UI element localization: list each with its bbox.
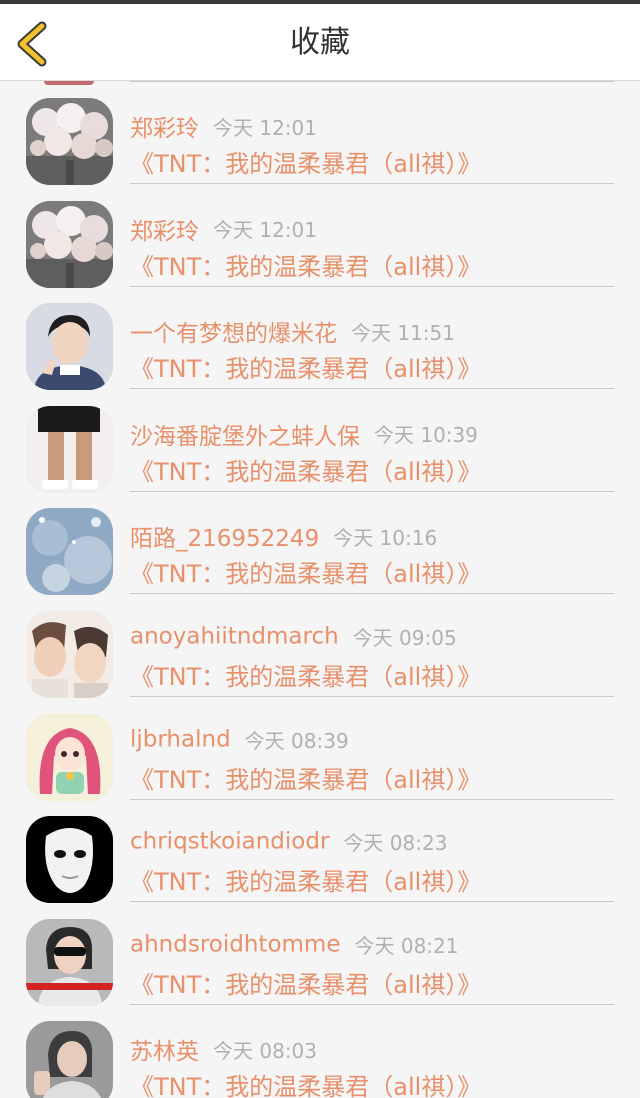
list-item[interactable]: anoyahiitndmarch 今天 09:05 《TNT：我的温柔暴君（all… [0, 594, 640, 698]
user-name[interactable]: 郑彩玲 [130, 219, 199, 245]
avatar[interactable] [26, 611, 113, 698]
list-item[interactable]: 沙海番腚堡外之蚌人保 今天 10:39 《TNT：我的温柔暴君（all祺）》 [0, 389, 640, 493]
timestamp: 今天 09:05 [352, 626, 457, 650]
user-name[interactable]: ahndsroidhtomme [130, 931, 340, 957]
user-name[interactable]: 陌路_216952249 [130, 526, 319, 552]
user-name[interactable]: ljbrhalnd [130, 726, 231, 752]
list-item[interactable]: ahndsroidhtomme 今天 08:21 《TNT：我的温柔暴君（all祺… [0, 902, 640, 1006]
avatar[interactable] [26, 918, 113, 1006]
list-item[interactable]: 郑彩玲 今天 12:01 《TNT：我的温柔暴君（all祺）》 [0, 81, 640, 185]
list-item[interactable]: 陌路_216952249 今天 10:16 《TNT：我的温柔暴君（all祺）》 [0, 491, 640, 596]
user-name[interactable]: 苏林英 [130, 1039, 199, 1065]
bouquet-avatar [26, 200, 113, 288]
work-title-link[interactable]: 《TNT：我的温柔暴君（all祺）》 [130, 1070, 614, 1098]
back-button[interactable] [12, 20, 56, 68]
work-title-link[interactable]: 《TNT：我的温柔暴君（all祺）》 [130, 557, 614, 593]
favorites-list[interactable]: 郑彩玲 今天 12:01 《TNT：我的温柔暴君（all祺）》 郑彩玲 今天 12:… [0, 81, 640, 1098]
mask-avatar [26, 816, 113, 904]
user-name[interactable]: 一个有梦想的爆米花 [130, 321, 337, 347]
selfie-avatar [26, 1021, 113, 1098]
avatar[interactable] [26, 816, 113, 904]
work-title-link[interactable]: 《TNT：我的温柔暴君（all祺）》 [130, 147, 614, 183]
bouquet-avatar [26, 98, 113, 185]
nav-header: 收藏 [0, 4, 640, 81]
list-item[interactable]: 一个有梦想的爆米花 今天 11:51 《TNT：我的温柔暴君（all祺）》 [0, 286, 640, 391]
page-title: 收藏 [290, 25, 350, 60]
work-title-link[interactable]: 《TNT：我的温柔暴君（all祺）》 [130, 250, 614, 286]
couple-avatar [26, 611, 113, 698]
avatar[interactable] [26, 98, 113, 185]
work-title-link[interactable]: 《TNT：我的温柔暴君（all祺）》 [130, 455, 614, 491]
timestamp: 今天 10:16 [333, 525, 438, 550]
avatar[interactable] [26, 405, 113, 493]
work-title-link[interactable]: 《TNT：我的温柔暴君（all祺）》 [130, 763, 614, 799]
timestamp: 今天 12:01 [213, 218, 317, 243]
boy-avatar [26, 303, 113, 391]
list-item[interactable]: 郑彩玲 今天 12:01 《TNT：我的温柔暴君（all祺）》 [0, 184, 640, 288]
work-title-link[interactable]: 《TNT：我的温柔暴君（all祺）》 [130, 865, 614, 901]
sky-avatar [26, 508, 113, 596]
timestamp: 今天 12:01 [213, 115, 317, 140]
avatar[interactable] [26, 200, 113, 288]
sunglasses-avatar [26, 918, 113, 1006]
user-name[interactable]: chriqstkoiandiodr [130, 829, 329, 855]
timestamp: 今天 08:39 [244, 728, 349, 753]
user-name[interactable]: anoyahiitndmarch [130, 624, 339, 650]
avatar[interactable] [26, 713, 113, 801]
user-name[interactable]: 沙海番腚堡外之蚌人保 [130, 424, 360, 450]
user-name[interactable]: 郑彩玲 [130, 116, 199, 142]
chevron-left-icon [17, 21, 47, 67]
legs-avatar [26, 405, 113, 493]
list-item[interactable]: chriqstkoiandiodr 今天 08:23 《TNT：我的温柔暴君（al… [0, 799, 640, 904]
work-title-link[interactable]: 《TNT：我的温柔暴君（all祺）》 [130, 352, 614, 388]
avatar[interactable] [26, 508, 113, 596]
work-title-link[interactable]: 《TNT：我的温柔暴君（all祺）》 [130, 968, 614, 1004]
timestamp: 今天 11:51 [351, 320, 455, 345]
list-item[interactable]: ljbrhalnd 今天 08:39 《TNT：我的温柔暴君（all祺）》 [0, 697, 640, 801]
timestamp: 今天 08:03 [213, 1038, 317, 1063]
work-title-link[interactable]: 《TNT：我的温柔暴君（all祺）》 [130, 660, 614, 696]
avatar[interactable] [26, 1021, 113, 1098]
timestamp: 今天 08:23 [343, 831, 448, 856]
timestamp: 今天 08:21 [354, 933, 459, 958]
avatar[interactable] [26, 303, 113, 391]
anime-girl-avatar [26, 713, 113, 801]
timestamp: 今天 10:39 [374, 423, 478, 448]
list-item[interactable]: 苏林英 今天 08:03 《TNT：我的温柔暴君（all祺）》 [0, 1004, 640, 1098]
